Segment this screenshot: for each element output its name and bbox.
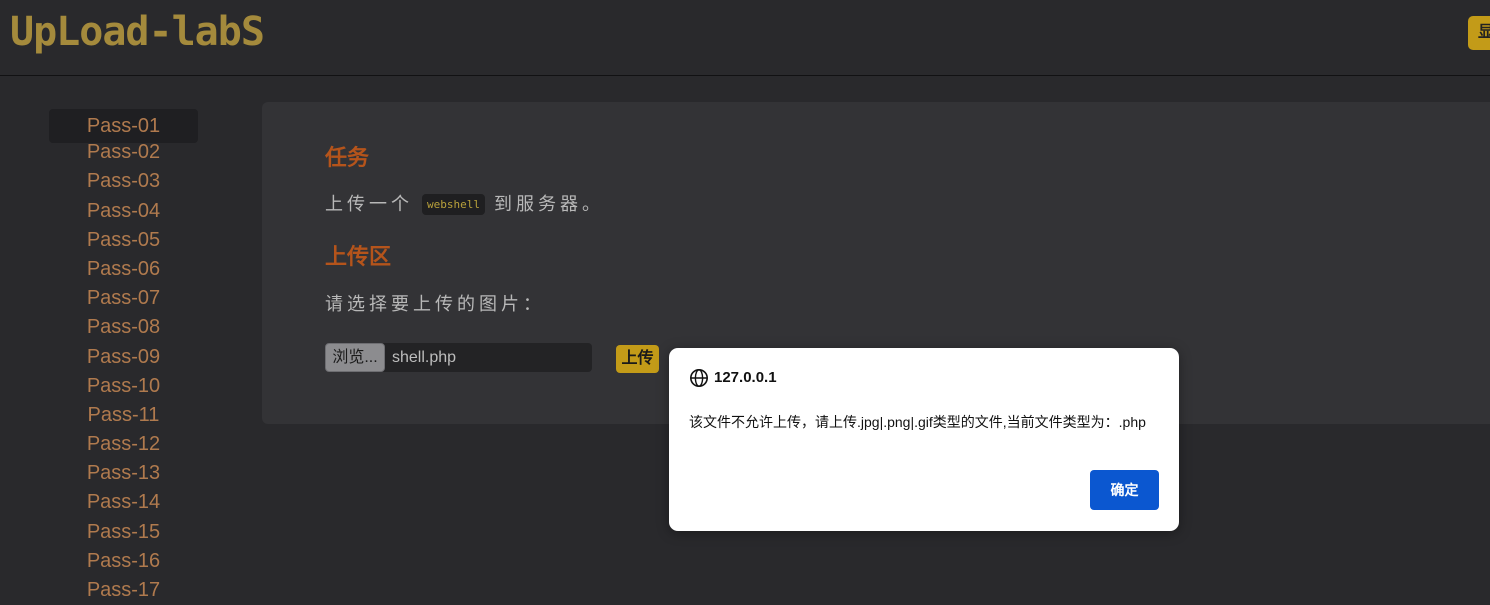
upload-button[interactable]: 上传 xyxy=(616,345,659,373)
task-description: 上传一个 webshell 到服务器。 xyxy=(325,190,604,216)
selected-file-name: shell.php xyxy=(392,349,457,366)
sidebar-item-pass-04[interactable]: Pass-04 xyxy=(49,197,198,226)
sidebar-item-pass-07[interactable]: Pass-07 xyxy=(49,284,198,313)
webshell-code: webshell xyxy=(422,194,485,215)
sidebar-item-pass-11[interactable]: Pass-11 xyxy=(49,401,198,430)
alert-dialog: 127.0.0.1 该文件不允许上传，请上传.jpg|.png|.gif类型的文… xyxy=(669,348,1179,531)
top-header: UpLoad-labS 显 xyxy=(0,0,1490,76)
header-action-button[interactable]: 显 xyxy=(1468,16,1490,50)
sidebar-item-pass-17[interactable]: Pass-17 xyxy=(49,576,198,605)
sidebar-item-pass-12[interactable]: Pass-12 xyxy=(49,430,198,459)
globe-icon xyxy=(690,369,708,387)
sidebar-item-pass-08[interactable]: Pass-08 xyxy=(49,313,198,342)
task-suffix: 到服务器。 xyxy=(494,194,605,214)
upload-heading: 上传区 xyxy=(325,244,392,269)
sidebar-item-pass-10[interactable]: Pass-10 xyxy=(49,372,198,401)
choose-image-label: 请选择要上传的图片： xyxy=(325,294,545,314)
sidebar-item-pass-05[interactable]: Pass-05 xyxy=(49,226,198,255)
task-heading: 任务 xyxy=(325,145,370,170)
sidebar-item-pass-02[interactable]: Pass-02 xyxy=(49,138,198,167)
file-input[interactable]: 浏览... shell.php xyxy=(325,343,592,372)
sidebar-item-pass-15[interactable]: Pass-15 xyxy=(49,518,198,547)
sidebar-item-pass-03[interactable]: Pass-03 xyxy=(49,167,198,196)
ok-button[interactable]: 确定 xyxy=(1090,470,1159,510)
sidebar-item-pass-06[interactable]: Pass-06 xyxy=(49,255,198,284)
sidebar-item-pass-14[interactable]: Pass-14 xyxy=(49,488,198,517)
sidebar-item-pass-13[interactable]: Pass-13 xyxy=(49,459,198,488)
sidebar-item-pass-09[interactable]: Pass-09 xyxy=(49,343,198,372)
dialog-message: 该文件不允许上传，请上传.jpg|.png|.gif类型的文件,当前文件类型为：… xyxy=(689,414,1146,430)
sidebar-item-pass-16[interactable]: Pass-16 xyxy=(49,547,198,576)
browse-button[interactable]: 浏览... xyxy=(325,343,385,372)
sidebar-menu: Pass-01 Pass-02 Pass-03 Pass-04 Pass-05 … xyxy=(49,109,198,605)
site-logo[interactable]: UpLoad-labS xyxy=(10,6,265,58)
dialog-title: 127.0.0.1 xyxy=(714,369,777,386)
task-prefix: 上传一个 xyxy=(325,194,413,214)
